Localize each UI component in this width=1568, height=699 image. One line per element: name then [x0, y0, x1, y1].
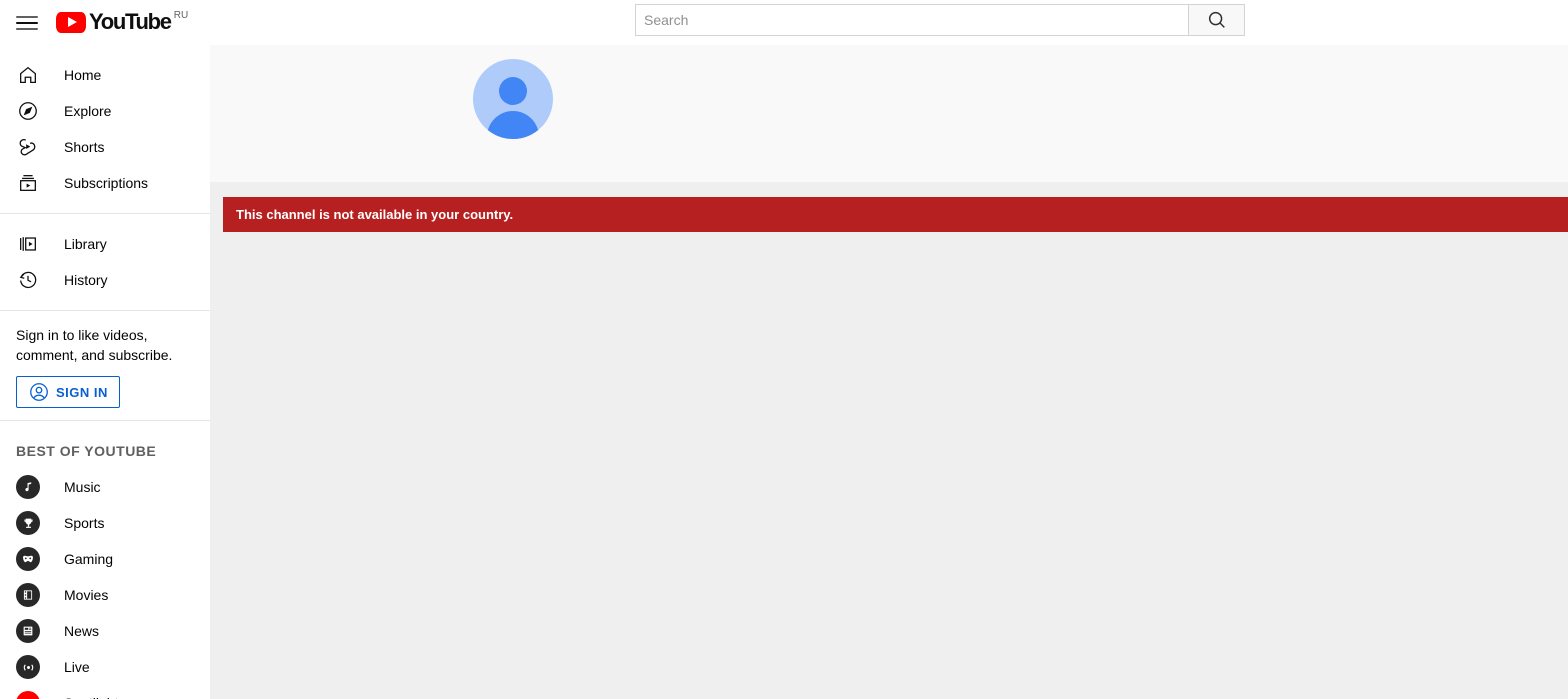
film-strip-icon	[16, 583, 40, 607]
signin-prompt: Sign in to like videos, comment, and sub…	[16, 327, 173, 363]
sidebar-item-movies[interactable]: Movies	[0, 577, 210, 613]
country-code-label: RU	[173, 9, 189, 21]
sidebar-item-subscriptions[interactable]: Subscriptions	[0, 165, 210, 201]
channel-avatar	[473, 59, 553, 139]
youtube-logo-text: YouTube	[89, 8, 172, 34]
main-content: This channel is not available in your co…	[210, 45, 1568, 699]
sidebar-item-label: Library	[64, 236, 107, 252]
library-icon	[16, 232, 40, 256]
sidebar-item-live[interactable]: Live	[0, 649, 210, 685]
sidebar-item-music[interactable]: Music	[0, 469, 210, 505]
sidebar-divider	[0, 420, 210, 421]
gaming-controller-icon	[16, 547, 40, 571]
trophy-icon	[16, 511, 40, 535]
sidebar-divider	[0, 213, 210, 214]
youtube-logo[interactable]: YouTube RU	[56, 8, 189, 36]
youtube-play-icon	[16, 691, 40, 699]
sign-in-button-label: SIGN IN	[56, 384, 108, 400]
sidebar-item-label: Subscriptions	[64, 175, 149, 191]
music-note-icon	[16, 475, 40, 499]
sidebar-item-label: Movies	[64, 587, 109, 603]
newspaper-icon	[16, 619, 40, 643]
sidebar-item-label: Home	[64, 67, 102, 83]
sidebar-item-shorts[interactable]: Shorts	[0, 129, 210, 165]
sign-in-button[interactable]: SIGN IN	[16, 376, 120, 408]
sidebar-item-label: Shorts	[64, 139, 105, 155]
hamburger-line	[16, 15, 38, 18]
hamburger-line	[16, 27, 38, 30]
sidebar-item-label: Music	[64, 479, 101, 495]
shorts-icon	[16, 135, 40, 159]
home-icon	[16, 63, 40, 87]
alert-zone: This channel is not available in your co…	[210, 182, 1568, 232]
broadcast-icon	[16, 655, 40, 679]
sidebar-primary-group: Home Explore Shorts Subscriptions	[0, 45, 210, 201]
history-icon	[16, 268, 40, 292]
alert-message: This channel is not available in your co…	[236, 206, 514, 222]
masthead-left: YouTube RU	[0, 8, 210, 36]
sidebar: Home Explore Shorts Subscriptions Librar…	[0, 45, 210, 699]
sidebar-item-news[interactable]: News	[0, 613, 210, 649]
sidebar-item-label: News	[64, 623, 100, 639]
sidebar-item-spotlight[interactable]: Spotlight	[0, 685, 210, 699]
sidebar-item-label: History	[64, 272, 108, 288]
subscriptions-icon	[16, 171, 40, 195]
sidebar-item-gaming[interactable]: Gaming	[0, 541, 210, 577]
compass-icon	[16, 99, 40, 123]
search-bar	[635, 4, 1245, 36]
search-button[interactable]	[1189, 4, 1245, 36]
best-of-youtube-heading: Best of YouTube	[16, 443, 157, 459]
sidebar-item-label: Explore	[64, 103, 112, 119]
avatar-head-shape	[499, 77, 527, 105]
channel-header	[210, 45, 1568, 182]
sidebar-item-home[interactable]: Home	[0, 57, 210, 93]
sidebar-item-label: Gaming	[64, 551, 114, 567]
sidebar-item-explore[interactable]: Explore	[0, 93, 210, 129]
sidebar-item-history[interactable]: History	[0, 262, 210, 298]
sidebar-item-label: Sports	[64, 515, 105, 531]
signin-block: Sign in to like videos, comment, and sub…	[0, 323, 210, 408]
sidebar-secondary-group: Library History	[0, 226, 210, 298]
sidebar-divider	[0, 310, 210, 311]
sidebar-item-sports[interactable]: Sports	[0, 505, 210, 541]
search-input[interactable]	[635, 4, 1189, 36]
youtube-play-icon	[56, 11, 86, 33]
youtube-channel-page: YouTube RU Home	[0, 0, 1568, 699]
masthead: YouTube RU	[0, 0, 1568, 45]
sidebar-item-library[interactable]: Library	[0, 226, 210, 262]
hamburger-menu-icon[interactable]	[16, 11, 40, 35]
sidebar-item-label: Spotlight	[64, 693, 118, 699]
channel-unavailable-alert: This channel is not available in your co…	[223, 197, 1568, 232]
best-of-youtube-list: Music Sports Gaming Movies News Live	[0, 469, 210, 699]
search-icon	[1208, 11, 1225, 28]
hamburger-line	[16, 21, 38, 24]
sidebar-item-label: Live	[64, 659, 90, 675]
avatar-body-shape	[487, 111, 539, 139]
account-circle-icon	[30, 383, 48, 401]
